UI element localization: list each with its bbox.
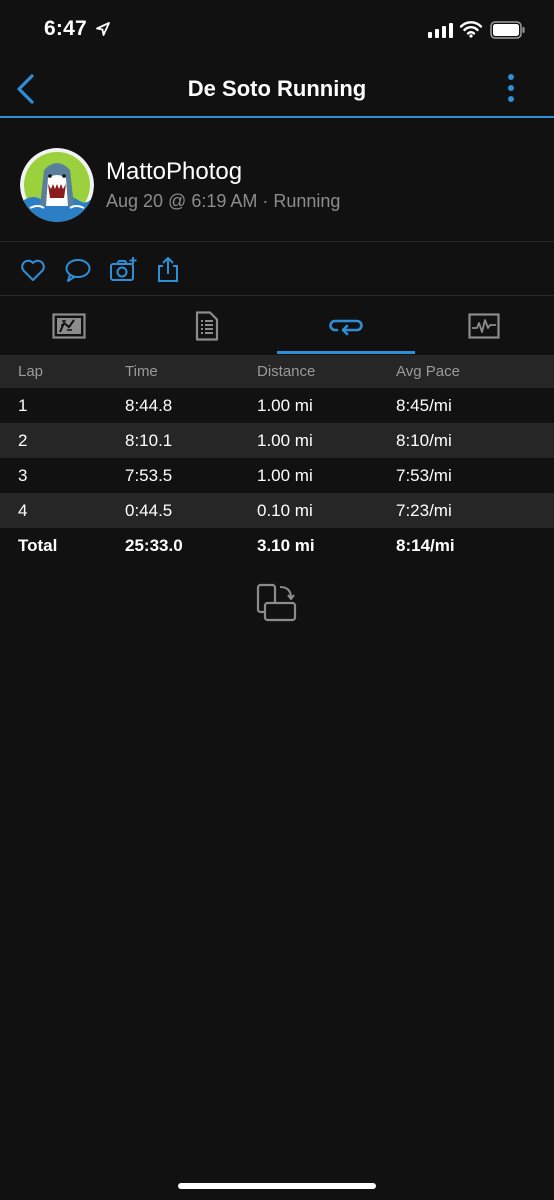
wifi-icon xyxy=(459,21,483,38)
header-lap: Lap xyxy=(18,363,44,380)
user-name[interactable]: MattoPhotog xyxy=(106,158,242,186)
table-row: 3 7:53.5 1.00 mi 7:53/mi xyxy=(0,458,554,493)
total-time: 25:33.0 xyxy=(125,535,183,555)
status-time: 6:47 xyxy=(44,17,87,40)
lap-time: 8:44.8 xyxy=(125,395,173,415)
table-row: 4 0:44.5 0.10 mi 7:23/mi xyxy=(0,493,554,528)
tab-details[interactable] xyxy=(138,297,276,355)
lap-number: 2 xyxy=(18,430,28,450)
lap-number: 3 xyxy=(18,465,28,485)
total-label: Total xyxy=(18,535,58,555)
lap-distance: 1.00 mi xyxy=(257,465,313,485)
lap-number: 4 xyxy=(18,500,28,520)
lap-avg-pace: 7:23/mi xyxy=(396,500,452,520)
laps-loop-icon xyxy=(329,319,363,336)
map-icon xyxy=(52,313,86,339)
shark-avatar-icon xyxy=(20,148,94,222)
cellular-signal-icon xyxy=(428,22,453,38)
activity-date-type: Aug 20 @ 6:19 AM · Running xyxy=(106,191,341,211)
tab-overview[interactable] xyxy=(0,297,138,355)
add-photo-button[interactable] xyxy=(109,256,137,284)
header-time: Time xyxy=(125,363,158,380)
like-button[interactable] xyxy=(19,256,47,284)
rotate-device-icon xyxy=(256,583,297,622)
table-total-row: Total 25:33.0 3.10 mi 8:14/mi xyxy=(0,528,554,563)
lap-table: Lap Time Distance Avg Pace 1 8:44.8 1.00… xyxy=(0,355,554,563)
lap-distance: 0.10 mi xyxy=(257,500,313,520)
document-list-icon xyxy=(195,311,219,341)
lap-time: 7:53.5 xyxy=(125,465,173,485)
lap-time: 8:10.1 xyxy=(125,430,173,450)
battery-icon xyxy=(490,21,525,39)
activity-owner: MattoPhotog Aug 20 @ 6:19 AM · Running xyxy=(0,120,554,242)
active-tab-indicator xyxy=(277,351,415,354)
share-icon xyxy=(158,257,178,282)
avatar[interactable] xyxy=(20,148,94,222)
lap-avg-pace: 8:10/mi xyxy=(396,430,452,450)
lap-time: 0:44.5 xyxy=(125,500,173,520)
status-bar: 6:47 xyxy=(0,0,554,62)
location-arrow-icon xyxy=(96,22,110,36)
lap-distance: 1.00 mi xyxy=(257,395,313,415)
comment-button[interactable] xyxy=(64,256,92,284)
tab-laps[interactable] xyxy=(277,297,415,355)
camera-plus-icon xyxy=(110,257,137,281)
more-vertical-icon xyxy=(508,74,514,102)
chart-icon xyxy=(468,313,500,339)
tab-charts[interactable] xyxy=(415,297,553,355)
table-row: 1 8:44.8 1.00 mi 8:45/mi xyxy=(0,388,554,423)
lap-avg-pace: 7:53/mi xyxy=(396,465,452,485)
lap-number: 1 xyxy=(18,395,28,415)
total-avg-pace: 8:14/mi xyxy=(396,535,455,555)
social-actions xyxy=(0,243,554,296)
activity-laps-screen: 6:47 De Soto Running MattoPhotog Aug 20 … xyxy=(0,0,554,1200)
heart-icon xyxy=(21,259,45,281)
activity-tabs xyxy=(0,297,554,355)
header-avg-pace: Avg Pace xyxy=(396,363,460,380)
page-title: De Soto Running xyxy=(187,76,367,101)
home-indicator[interactable] xyxy=(178,1183,376,1189)
nav-header: De Soto Running xyxy=(0,62,554,118)
share-button[interactable] xyxy=(154,256,182,284)
table-row: 2 8:10.1 1.00 mi 8:10/mi xyxy=(0,423,554,458)
header-distance: Distance xyxy=(257,363,316,380)
table-header: Lap Time Distance Avg Pace xyxy=(0,355,554,388)
rotate-button[interactable] xyxy=(255,583,299,623)
lap-distance: 1.00 mi xyxy=(257,430,313,450)
more-options-button[interactable] xyxy=(500,72,522,106)
total-distance: 3.10 mi xyxy=(257,535,315,555)
comment-icon xyxy=(65,259,91,282)
lap-avg-pace: 8:45/mi xyxy=(396,395,452,415)
